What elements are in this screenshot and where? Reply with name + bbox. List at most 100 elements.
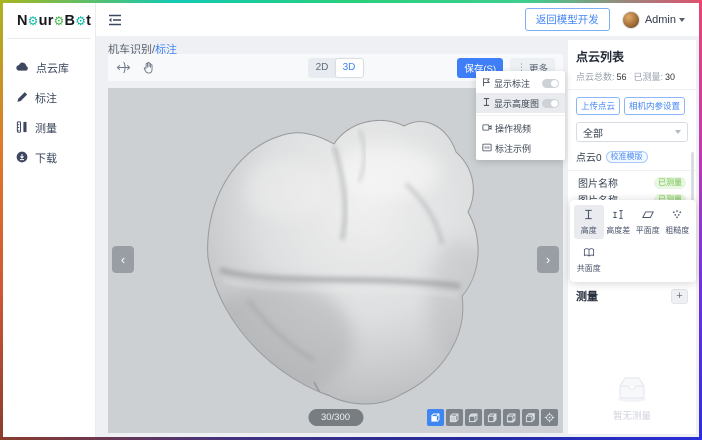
divider	[568, 170, 696, 171]
view-cube-front-button[interactable]	[446, 409, 463, 426]
upload-pointcloud-button[interactable]: 上传点云	[576, 97, 620, 115]
gear-icon: ⚙	[54, 14, 65, 28]
sidebar-collapse-icon[interactable]	[108, 14, 122, 26]
sidebar-item-download[interactable]: 下载	[3, 143, 95, 173]
empty-state: 暂无测量	[568, 372, 696, 422]
roughness-icon	[671, 209, 683, 222]
add-measure-button[interactable]: +	[671, 289, 688, 304]
menu-item-label: 标注示例	[495, 142, 531, 155]
flag-icon	[482, 77, 491, 89]
main-area: 返回模型开发 Admin 机车识别/标注	[96, 3, 699, 437]
template-tag: 校准模版	[606, 151, 648, 163]
view-orientation-buttons	[427, 409, 558, 426]
height-icon	[482, 97, 491, 109]
cloud-group-row[interactable]: 点云0 校准模版	[576, 149, 688, 164]
tool-flatness[interactable]: 平面度	[633, 205, 663, 239]
menu-item-label: 显示标注	[494, 77, 530, 90]
filter-value: 全部	[583, 125, 603, 140]
view-cube-default-button[interactable]	[427, 409, 444, 426]
tool-roughness[interactable]: 粗糙度	[663, 205, 693, 239]
image-pager: 30/300	[308, 409, 363, 426]
view-cube-top-button[interactable]	[465, 409, 482, 426]
menu-item-show-annotations[interactable]: 显示标注	[476, 73, 565, 93]
camera-intrinsics-button[interactable]: 相机内参设置	[624, 97, 685, 115]
sidebar-item-measure[interactable]: 测量	[3, 113, 95, 143]
sidebar-nav: 点云库 标注 测量 下载	[3, 39, 95, 173]
show-annotations-toggle[interactable]	[542, 79, 559, 88]
sidebar-item-pointcloud-library[interactable]: 点云库	[3, 53, 95, 83]
total-stat: 点云总数:56	[576, 70, 627, 83]
sidebar-item-label: 标注	[35, 90, 57, 106]
height-difference-icon	[612, 209, 624, 222]
avatar[interactable]	[622, 11, 640, 29]
content-area: 机车识别/标注 2D 3D 保存(S)	[96, 37, 699, 437]
image-list-item[interactable]: 图片名称 已测量	[576, 174, 688, 191]
menu-item-annotation-example[interactable]: 标注示例	[476, 138, 565, 158]
menu-item-label: 操作视频	[495, 122, 531, 135]
measure-title: 测量	[576, 288, 598, 304]
rotate-3d-icon[interactable]	[116, 61, 131, 74]
menu-item-tutorial-video[interactable]: 操作视频	[476, 118, 565, 138]
logo-letter: ur	[39, 13, 54, 29]
empty-box-icon	[612, 372, 652, 404]
cloud-group-name: 点云0	[576, 149, 602, 164]
menu-item-label: 显示高度图	[494, 97, 539, 110]
pen-icon	[16, 91, 28, 106]
view-cube-back-button[interactable]	[522, 409, 539, 426]
capture-border-top	[0, 0, 702, 3]
capture-border-left	[0, 0, 3, 440]
view-mode-toggle: 2D 3D	[308, 58, 364, 78]
measure-section-header: 测量 +	[576, 288, 688, 304]
panel-title: 点云列表	[576, 48, 688, 65]
gear-icon: ⚙	[28, 14, 39, 28]
view-cube-bottom-button[interactable]	[503, 409, 520, 426]
mode-2d-button[interactable]: 2D	[309, 59, 336, 77]
status-badge: 已测量	[654, 177, 686, 189]
top-header: 返回模型开发 Admin	[96, 3, 699, 37]
locate-center-button[interactable]	[541, 409, 558, 426]
pan-hand-icon[interactable]	[142, 61, 155, 74]
tool-label: 共面度	[577, 263, 601, 274]
user-menu[interactable]: Admin	[645, 14, 685, 26]
user-name: Admin	[645, 14, 676, 26]
tool-label: 粗糙度	[665, 225, 689, 236]
height-icon	[583, 209, 594, 222]
show-heightmap-toggle[interactable]	[542, 99, 559, 108]
sidebar-item-label: 点云库	[36, 60, 69, 76]
chevron-down-icon	[679, 18, 685, 22]
image-name: 图片名称	[578, 175, 618, 190]
view-cube-side-button[interactable]	[484, 409, 501, 426]
flatness-icon	[642, 209, 654, 222]
menu-item-show-heightmap[interactable]: 显示高度图	[476, 93, 565, 113]
tool-coplanarity[interactable]: 共面度	[574, 243, 604, 277]
gear-icon: ⚙	[75, 14, 86, 28]
ruler-icon	[16, 121, 28, 136]
more-dropdown-menu: 显示标注 显示高度图 操作视频 标注示例	[476, 71, 565, 160]
app-window: N⚙ur⚙B⚙t 点云库 标注 测量 下载	[3, 3, 699, 437]
brand-logo: N⚙ur⚙B⚙t	[7, 3, 91, 39]
filter-select[interactable]: 全部	[576, 122, 688, 142]
chevron-down-icon	[675, 130, 681, 134]
screen-frame: N⚙ur⚙B⚙t 点云库 标注 测量 下载	[0, 0, 702, 440]
tool-height-difference[interactable]: 高度差	[604, 205, 634, 239]
back-to-model-dev-button[interactable]: 返回模型开发	[525, 8, 610, 31]
logo-letter: B	[65, 13, 76, 29]
measure-tool-palette: 高度 高度差 平面度 粗糙度	[570, 200, 696, 282]
sidebar-item-annotate[interactable]: 标注	[3, 83, 95, 113]
sidebar: N⚙ur⚙B⚙t 点云库 标注 测量 下载	[3, 3, 96, 437]
prev-image-button[interactable]	[112, 246, 134, 273]
video-icon	[482, 123, 492, 134]
menu-divider	[476, 115, 565, 116]
divider	[568, 89, 696, 90]
logo-letter: N	[17, 13, 28, 29]
total-value: 56	[617, 72, 627, 82]
panel-buttons: 上传点云 相机内参设置	[576, 97, 688, 115]
example-icon	[482, 143, 492, 154]
tool-label: 高度	[581, 225, 597, 236]
pointcloud-stats: 点云总数:56 已测量:30	[576, 70, 688, 83]
download-icon	[16, 151, 28, 166]
tool-label: 平面度	[636, 225, 660, 236]
mode-3d-button[interactable]: 3D	[336, 59, 363, 77]
next-image-button[interactable]	[537, 246, 559, 273]
tool-height[interactable]: 高度	[574, 205, 604, 239]
